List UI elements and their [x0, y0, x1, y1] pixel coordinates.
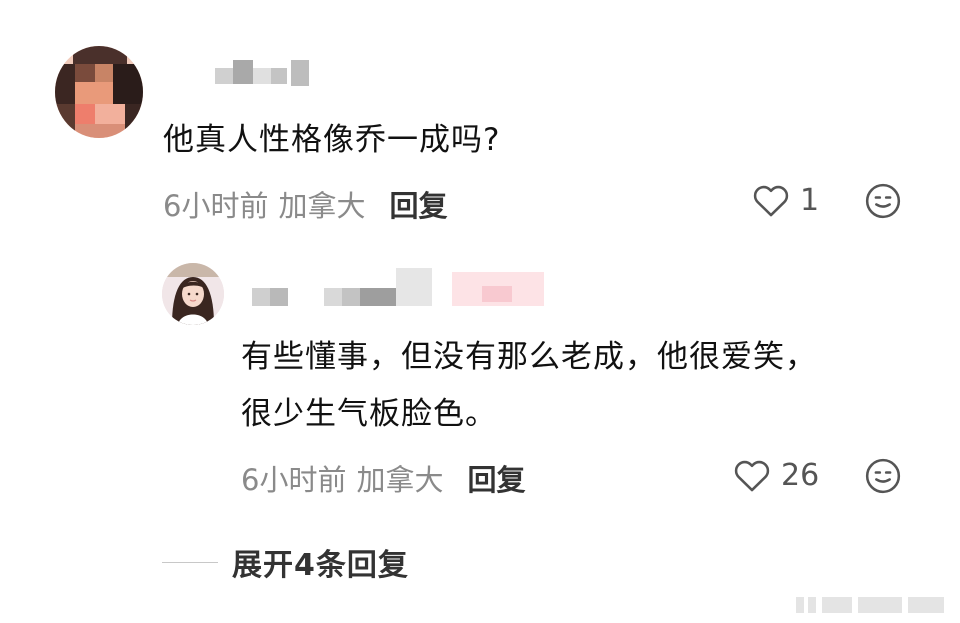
comment-meta: 6小时前 加拿大 回复: [163, 183, 447, 225]
reply-button[interactable]: 回复: [389, 183, 447, 225]
emoji-icon: [865, 458, 901, 494]
reply-meta: 6小时前 加拿大 回复: [241, 457, 525, 499]
divider-line: [162, 561, 218, 563]
reply-text-line-2: 很少生气板脸色。: [241, 396, 497, 432]
comment-location: 加拿大: [278, 189, 366, 223]
reply-text-line-1: 有些懂事，但没有那么老成，他很爱笑，: [241, 339, 817, 375]
comment-text: 他真人性格像乔一成吗?: [163, 122, 501, 158]
emoji-button[interactable]: [864, 182, 902, 224]
comment-thread: 他真人性格像乔一成吗? 6小时前 加拿大 回复 1 有些懂事，但没有那么老成，他…: [0, 0, 960, 623]
emoji-button[interactable]: [864, 457, 902, 499]
comment-time: 6小时前: [163, 189, 269, 223]
like-button[interactable]: 1: [752, 182, 819, 218]
expand-replies-button[interactable]: 展开4条回复: [162, 540, 409, 584]
heart-outline-icon: [734, 460, 770, 492]
like-count: 1: [800, 182, 820, 218]
expand-replies-label: 展开4条回复: [232, 548, 409, 583]
avatar[interactable]: [55, 46, 143, 138]
username-redacted: [215, 60, 310, 86]
avatar-image: [162, 263, 224, 325]
reply-button[interactable]: 回复: [467, 457, 525, 499]
like-button[interactable]: 26: [733, 457, 819, 493]
reply-username-redacted: [252, 268, 544, 308]
like-count: 26: [781, 457, 820, 493]
reply-location: 加拿大: [356, 463, 444, 497]
emoji-icon: [865, 183, 901, 219]
watermark: [796, 597, 946, 613]
heart-outline-icon: [753, 185, 789, 217]
reply-time: 6小时前: [241, 463, 347, 497]
reply-avatar[interactable]: [162, 263, 224, 325]
